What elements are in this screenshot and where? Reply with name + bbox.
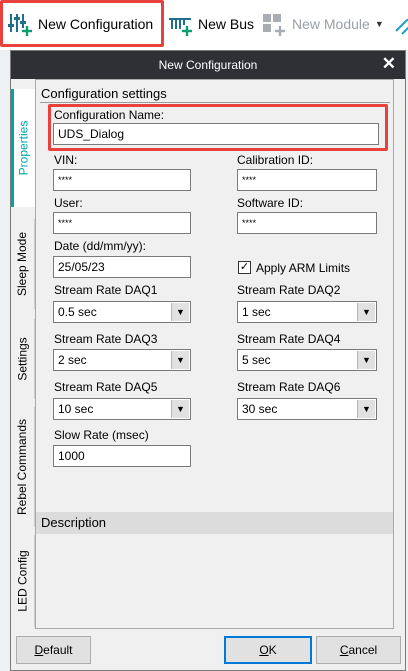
tab-settings-label: Settings: [15, 337, 30, 381]
dropdown-arrow-icon[interactable]: ▼: [357, 400, 375, 418]
config-name-label: Configuration Name:: [54, 108, 165, 122]
dropdown-arrow-icon[interactable]: ▼: [357, 351, 375, 369]
default-button[interactable]: Default: [16, 636, 91, 664]
apply-arm-limits-label[interactable]: Apply ARM Limits: [256, 261, 350, 275]
tab-properties[interactable]: Properties: [11, 89, 35, 207]
new-configuration-button[interactable]: New Configuration: [8, 2, 158, 46]
new-module-label: New Module: [292, 16, 370, 32]
daq5-label: Stream Rate DAQ5: [54, 380, 158, 394]
user-label: User:: [54, 196, 83, 210]
default-button-mnemonic: D: [34, 643, 44, 657]
calibration-id-label: Calibration ID:: [237, 153, 314, 167]
user-input[interactable]: ****: [53, 212, 191, 234]
tab-rebel-commands-label: Rebel Commands: [15, 418, 30, 516]
daq4-label: Stream Rate DAQ4: [237, 332, 341, 346]
description-title: Description: [41, 515, 107, 530]
daq4-select[interactable]: 5 sec ▼: [237, 349, 377, 371]
slow-rate-input[interactable]: 1000: [53, 445, 191, 467]
dialog-titlebar[interactable]: New Configuration ✕: [11, 51, 405, 79]
tab-properties-label: Properties: [16, 120, 31, 176]
dialog-title: New Configuration: [158, 58, 258, 72]
cancel-button-mnemonic: C: [339, 643, 349, 657]
daq2-select[interactable]: 1 sec ▼: [237, 301, 377, 323]
section-title: Configuration settings: [41, 86, 167, 101]
tab-sleep-mode[interactable]: Sleep Mode: [11, 219, 35, 309]
new-bus-button[interactable]: New Bus: [168, 2, 254, 46]
daq1-label: Stream Rate DAQ1: [54, 283, 158, 297]
daq1-select[interactable]: 0.5 sec ▼: [53, 301, 191, 323]
daq3-value: 2 sec: [58, 353, 87, 367]
new-module-dropdown-icon[interactable]: ▼: [375, 19, 384, 29]
dropdown-arrow-icon[interactable]: ▼: [171, 303, 189, 321]
slow-rate-label: Slow Rate (msec): [54, 428, 149, 442]
ok-button[interactable]: OK: [224, 636, 312, 664]
daq4-value: 5 sec: [242, 353, 271, 367]
daq2-value: 1 sec: [242, 305, 271, 319]
daq1-value: 0.5 sec: [58, 305, 97, 319]
software-id-label: Software ID:: [237, 196, 304, 210]
sliders-add-icon: [8, 11, 32, 37]
main-toolbar: New Configuration New Bus New Module ▼: [0, 0, 408, 50]
properties-panel: Configuration settings Configuration Nam…: [35, 79, 394, 629]
calibration-id-input[interactable]: ****: [237, 169, 377, 191]
background-strip-left: [0, 50, 10, 671]
date-label: Date (dd/mm/yy):: [54, 239, 147, 253]
bus-add-icon: [168, 11, 192, 37]
daq2-label: Stream Rate DAQ2: [237, 283, 341, 297]
tab-rebel-commands[interactable]: Rebel Commands: [11, 407, 35, 527]
new-module-button[interactable]: New Module ▼: [262, 2, 384, 46]
date-input[interactable]: 25/05/23: [53, 256, 191, 278]
vin-label: VIN:: [54, 153, 78, 167]
new-bus-label: New Bus: [198, 16, 255, 32]
link-icon[interactable]: [392, 16, 408, 36]
daq6-select[interactable]: 30 sec ▼: [237, 398, 377, 420]
config-name-input[interactable]: UDS_Dialog: [53, 123, 379, 145]
daq5-select[interactable]: 10 sec ▼: [53, 398, 191, 420]
tab-led-config[interactable]: LED Config: [11, 535, 35, 627]
tab-led-config-label: LED Config: [15, 550, 30, 612]
software-id-input[interactable]: ****: [237, 212, 377, 234]
daq3-select[interactable]: 2 sec ▼: [53, 349, 191, 371]
new-configuration-dialog: New Configuration ✕ Properties Sleep Mod…: [10, 50, 406, 671]
daq5-value: 10 sec: [58, 402, 94, 416]
dropdown-arrow-icon[interactable]: ▼: [357, 303, 375, 321]
daq6-label: Stream Rate DAQ6: [237, 380, 341, 394]
tab-sleep-mode-label: Sleep Mode: [15, 231, 30, 297]
cancel-button[interactable]: Cancel: [316, 636, 401, 664]
vin-input[interactable]: ****: [53, 169, 191, 191]
module-add-icon: [262, 11, 286, 37]
default-button-label: efault: [43, 643, 73, 657]
ok-button-mnemonic: O: [259, 643, 269, 657]
dropdown-arrow-icon[interactable]: ▼: [171, 351, 189, 369]
check-icon: ✓: [239, 261, 250, 273]
tab-settings[interactable]: Settings: [11, 319, 35, 399]
close-icon[interactable]: ✕: [382, 54, 396, 74]
section-divider: [40, 102, 390, 103]
daq6-value: 30 sec: [242, 402, 278, 416]
ok-button-label: K: [268, 643, 277, 657]
dropdown-arrow-icon[interactable]: ▼: [171, 400, 189, 418]
vertical-tab-strip: Properties Sleep Mode Settings Rebel Com…: [11, 79, 35, 629]
new-configuration-label: New Configuration: [38, 16, 154, 32]
apply-arm-limits-checkbox[interactable]: ✓: [238, 261, 251, 274]
daq3-label: Stream Rate DAQ3: [54, 332, 158, 346]
cancel-button-label: ancel: [348, 643, 378, 657]
